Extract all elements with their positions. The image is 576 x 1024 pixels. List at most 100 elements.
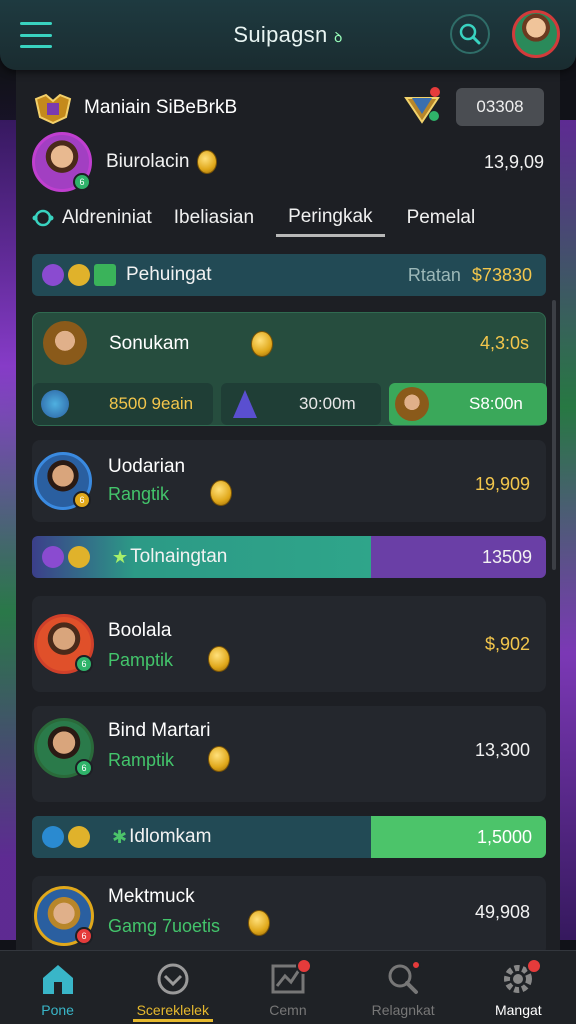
avatar: 6 [34, 452, 92, 510]
nav-item-scoreboard[interactable]: Scereklelek [123, 962, 223, 1022]
tab-label: Peringkak [288, 205, 373, 227]
level-badge: 6 [75, 655, 93, 673]
player-name: Uodarian [108, 456, 186, 477]
active-indicator [132, 1019, 213, 1022]
gem-icon[interactable] [402, 86, 442, 126]
nav-label: Pone [41, 1002, 74, 1018]
tab-pemelal[interactable]: Pemelal [407, 201, 476, 235]
banner-value: 1,5000 [476, 826, 532, 847]
player-name: Bind Martari [108, 720, 211, 741]
scrollbar[interactable] [552, 300, 556, 570]
nav-item-home[interactable]: Pone [8, 962, 108, 1018]
leaderboard-banner[interactable]: Pehuingat Rtatan $73830 [32, 254, 546, 296]
leaderboard-panel: Maniain SiBeBrkB 03308 6 Biurolacin 13,9… [16, 70, 560, 950]
avatar [395, 387, 429, 421]
coin-icon [68, 546, 90, 568]
tab-aldreniniat[interactable]: Aldreniniat [32, 201, 152, 235]
app-title-suffix: ꝺ [333, 29, 343, 45]
banner-value: 13509 [481, 546, 532, 567]
shield-token-icon [42, 826, 64, 848]
level-badge: 6 [75, 759, 93, 777]
leaderboard-row[interactable]: 6 Bind Martari Ramptik 13,300 [32, 706, 546, 802]
avatar: 6 [34, 886, 94, 946]
reward-tile[interactable]: 8500 9eain [33, 383, 213, 425]
coin-icon [68, 826, 90, 848]
chart-icon [270, 958, 312, 996]
coin-icon [248, 910, 270, 936]
home-icon [42, 965, 73, 994]
star-icon: ★ [112, 546, 129, 567]
tab-ibeliasian[interactable]: Ibeliasian [174, 201, 254, 235]
nav-label: Mangat [494, 1002, 542, 1018]
banner-right-label: Rtatan [407, 264, 461, 285]
level-badge: 6 [73, 491, 91, 509]
leaderboard-row[interactable]: 6 Boolala Pamptik $,902 [32, 596, 546, 692]
leaderboard-row[interactable]: 6 Uodarian Rangtik 19,909 [32, 440, 546, 522]
avatar [43, 321, 87, 365]
current-user-name: Biurolacin [106, 151, 190, 172]
shield-icon [41, 390, 69, 418]
coin-icon [208, 646, 230, 672]
coin-icon [210, 480, 232, 506]
crest-icon [32, 90, 74, 126]
reward-tile[interactable]: S8:00n [389, 383, 547, 425]
leaderboard-row[interactable]: 6 Mektmuck Gamg 7uoetis 49,908 [32, 876, 546, 950]
top-rank-card[interactable]: Sonukam 4,3:0s 8500 9eain 30:00m S8:00n [32, 312, 547, 426]
tab-peringkak[interactable]: Peringkak [276, 200, 385, 237]
avatar: 6 [34, 614, 94, 674]
menu-icon[interactable] [20, 22, 52, 48]
search-button[interactable] [450, 14, 490, 54]
current-user-score: 13,9,09 [483, 151, 544, 172]
gem-token-icon [42, 546, 64, 568]
nav-label: Relagnkat [371, 1002, 435, 1018]
level-badge: 6 [75, 927, 93, 945]
avatar: 6 [32, 132, 92, 192]
leaderboard-banner[interactable]: ✱ Idlomkam 1,5000 [32, 816, 546, 858]
group-header: Maniain SiBeBrkB 03308 [32, 84, 544, 132]
level-badge: 6 [73, 173, 91, 191]
player-score: 19,909 [474, 474, 530, 494]
player-name: Mektmuck [108, 886, 195, 907]
player-score: 4,3:0s [479, 333, 529, 353]
gift-icon [94, 264, 116, 286]
nav-item-settings[interactable]: Mangat [468, 958, 568, 1018]
gem-token-icon [42, 264, 64, 286]
coin-icon [208, 746, 230, 772]
app-title: Suipagsn ꝺ [233, 22, 342, 48]
tab-bar: Aldreniniat Ibeliasian Peringkak Pemelal [32, 196, 544, 240]
current-user-row[interactable]: 6 Biurolacin 13,9,09 [32, 130, 544, 194]
player-subtitle: Gamg 7uoetis [108, 916, 221, 936]
banner-right: Rtatan $73830 [408, 265, 532, 286]
player-name: Sonukam [109, 333, 190, 354]
reward-tile[interactable]: 30:00m [221, 383, 381, 425]
app-title-text: Suipagsn [233, 22, 328, 47]
tab-label: Aldreniniat [62, 207, 152, 228]
group-score: 03308 [456, 88, 544, 126]
player-subtitle: Rangtik [108, 484, 170, 504]
group-name: Maniain SiBeBrkB [84, 97, 238, 118]
player-subtitle: Ramptik [108, 750, 175, 770]
nav-item-cemn[interactable]: Cemn [238, 958, 338, 1018]
tile-value: 8500 9eain [109, 394, 194, 413]
leaderboard-banner[interactable]: ★ Tolnaingtan 13509 [32, 536, 546, 578]
player-subtitle: Pamptik [108, 650, 174, 670]
banner-label: Idlomkam [129, 826, 212, 847]
coin-icon [197, 150, 218, 174]
banner-right-value: $73830 [471, 264, 532, 285]
search-icon [459, 23, 481, 45]
nav-item-search[interactable]: Relagnkat [353, 960, 453, 1018]
profile-avatar-button[interactable] [512, 10, 560, 58]
top-app-bar: Suipagsn ꝺ [0, 0, 576, 70]
coin-icon [251, 331, 273, 357]
tab-label: Pemelal [406, 207, 476, 228]
tile-value: S8:00n [469, 394, 523, 413]
banner-label: Tolnaingtan [130, 546, 228, 567]
gear-icon [500, 958, 543, 996]
avatar: 6 [34, 718, 94, 778]
player-score: 49,908 [474, 902, 530, 922]
player-score: 13,300 [474, 740, 530, 760]
star-icon: ✱ [112, 826, 128, 847]
tile-value: 30:00m [299, 394, 356, 413]
tab-label: Ibeliasian [173, 207, 255, 228]
notification-badge [295, 958, 312, 974]
